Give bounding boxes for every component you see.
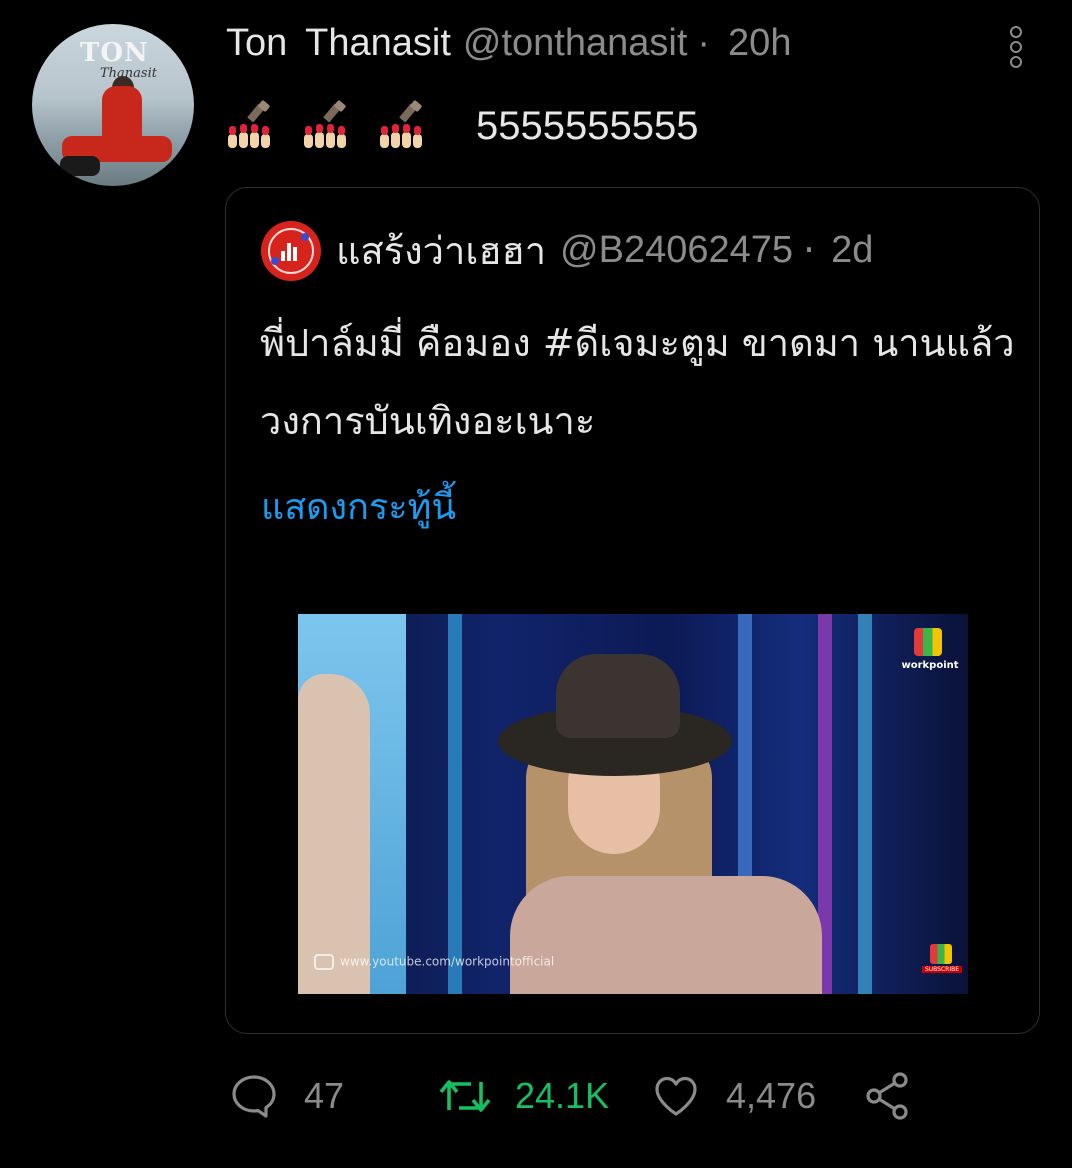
quoted-author-handle[interactable]: @B24062475 (560, 229, 793, 272)
watermark-text: www.youtube.com/workpointofficial (340, 954, 555, 969)
more-dot (1010, 26, 1022, 38)
lipstick-nails-emoji (226, 100, 278, 152)
header-separator: · (697, 21, 711, 64)
share-icon (866, 1072, 908, 1120)
subscribe-badge-icon: SUBSCRIBE (922, 944, 962, 978)
quoted-author-avatar[interactable] (261, 221, 321, 281)
avatar-signature-text: Thanasit (100, 66, 157, 81)
lipstick-nails-emoji (302, 100, 354, 152)
quoted-tweet-timestamp[interactable]: 2d (831, 229, 873, 272)
reply-icon (232, 1075, 276, 1118)
video-light-streak (448, 614, 462, 994)
more-dot (1010, 56, 1022, 68)
author-avatar[interactable]: TON Thanasit (32, 24, 194, 186)
more-options-icon[interactable] (1006, 26, 1026, 70)
tweet-actions-bar: 47 24.1K 4,476 (0, 1068, 1072, 1124)
video-person-hat-crown (556, 654, 680, 738)
tweet-header: Ton Thanasit @tonthanasit · 20h (226, 18, 791, 68)
video-light-streak (858, 614, 872, 994)
author-display-name[interactable]: Ton Thanasit (226, 22, 451, 65)
share-button[interactable] (862, 1068, 914, 1124)
video-left-figure (298, 674, 370, 994)
tweet-text: 5555555555 (476, 103, 699, 148)
quoted-tweet-text: พี่ปาล์มมี่ คือมอง #ดีเจมะตูม ขาดมา นานแ… (260, 321, 1015, 443)
channel-logo-icon: workpoint (900, 628, 959, 672)
retweet-count: 24.1K (515, 1075, 610, 1116)
quoted-video-thumbnail[interactable]: workpoint www.youtube.com/workpointoffic… (298, 614, 968, 994)
quoted-header-separator: · (803, 228, 816, 272)
avatar-dot (271, 257, 279, 265)
channel-logo-text: workpoint (901, 660, 959, 671)
retweet-icon (439, 1080, 491, 1112)
heart-icon (655, 1076, 697, 1116)
more-dot (1010, 41, 1022, 53)
avatar-title-text: TON (80, 38, 149, 68)
like-button[interactable]: 4,476 (652, 1068, 816, 1124)
show-thread-link[interactable]: แสดงกระทู้นี้ (261, 478, 456, 535)
retweet-button[interactable]: 24.1K (437, 1068, 609, 1124)
quoted-tweet-header: แสร้งว่าเฮฮา @B24062475 · 2d (336, 222, 873, 278)
lipstick-nails-emoji (378, 100, 430, 152)
reply-count: 47 (304, 1075, 345, 1116)
bars-icon (281, 241, 301, 261)
quoted-author-display-name[interactable]: แสร้งว่าเฮฮา (336, 220, 546, 281)
video-watermark: www.youtube.com/workpointofficial (314, 954, 554, 970)
reply-button[interactable]: 47 (230, 1068, 344, 1124)
author-handle[interactable]: @tonthanasit (463, 22, 688, 65)
quoted-tweet[interactable]: แสร้งว่าเฮฮา @B24062475 · 2d พี่ปาล์มมี่… (225, 187, 1040, 1034)
tweet-body: 5555555555 (226, 98, 698, 154)
tweet-timestamp[interactable]: 20h (728, 22, 791, 65)
video-person-jacket (510, 876, 822, 994)
like-count: 4,476 (726, 1075, 817, 1116)
avatar-figure-boots (60, 156, 100, 176)
watermark-icon (314, 954, 334, 970)
avatar-dot (301, 233, 309, 241)
subscribe-text: SUBSCRIBE (922, 966, 962, 973)
